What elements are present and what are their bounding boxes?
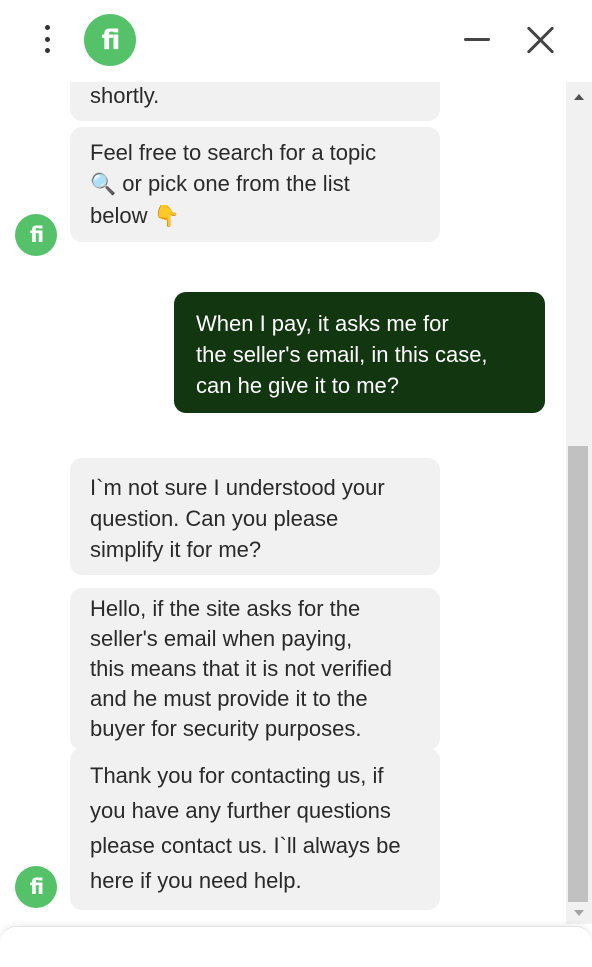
scroll-down-arrow-icon[interactable] (566, 902, 592, 924)
bot-message: Thank you for contacting us, if you have… (70, 748, 440, 910)
bot-message: Hello, if the site asks for the seller's… (70, 588, 440, 750)
magnifier-icon: 🔍 (90, 173, 117, 196)
kebab-menu-icon[interactable] (38, 22, 56, 56)
pointing-down-icon: 👇 (153, 205, 180, 228)
brand-logo: fi (84, 14, 136, 66)
message-input-area[interactable] (0, 926, 592, 967)
message-text: Hello, if the site asks for the seller's… (90, 596, 393, 741)
user-message: When I pay, it asks me for the seller's … (174, 292, 545, 413)
message-text: I`m not sure I understood your question.… (90, 475, 385, 562)
bot-message: I`m not sure I understood your question.… (70, 458, 440, 575)
scroll-up-arrow-icon[interactable] (566, 82, 592, 112)
message-text: When I pay, it asks me for the seller's … (196, 311, 488, 398)
chat-message-list[interactable]: shortly. Feel free to search for a topic… (0, 82, 566, 924)
bot-avatar: fi (15, 866, 57, 908)
message-text: Thank you for contacting us, if you have… (90, 763, 401, 893)
minimize-button[interactable] (462, 24, 492, 54)
chat-scrollbar[interactable] (566, 82, 592, 924)
message-text: Feel free to search for a topic 🔍 or pick… (90, 140, 377, 228)
scroll-thumb[interactable] (568, 446, 588, 902)
chat-header: fi (0, 0, 592, 82)
bot-message: Feel free to search for a topic 🔍 or pick… (70, 127, 440, 242)
bot-message: shortly. (70, 82, 440, 121)
bot-avatar: fi (15, 214, 57, 256)
message-text: shortly. (90, 83, 160, 108)
close-button[interactable] (524, 24, 556, 56)
